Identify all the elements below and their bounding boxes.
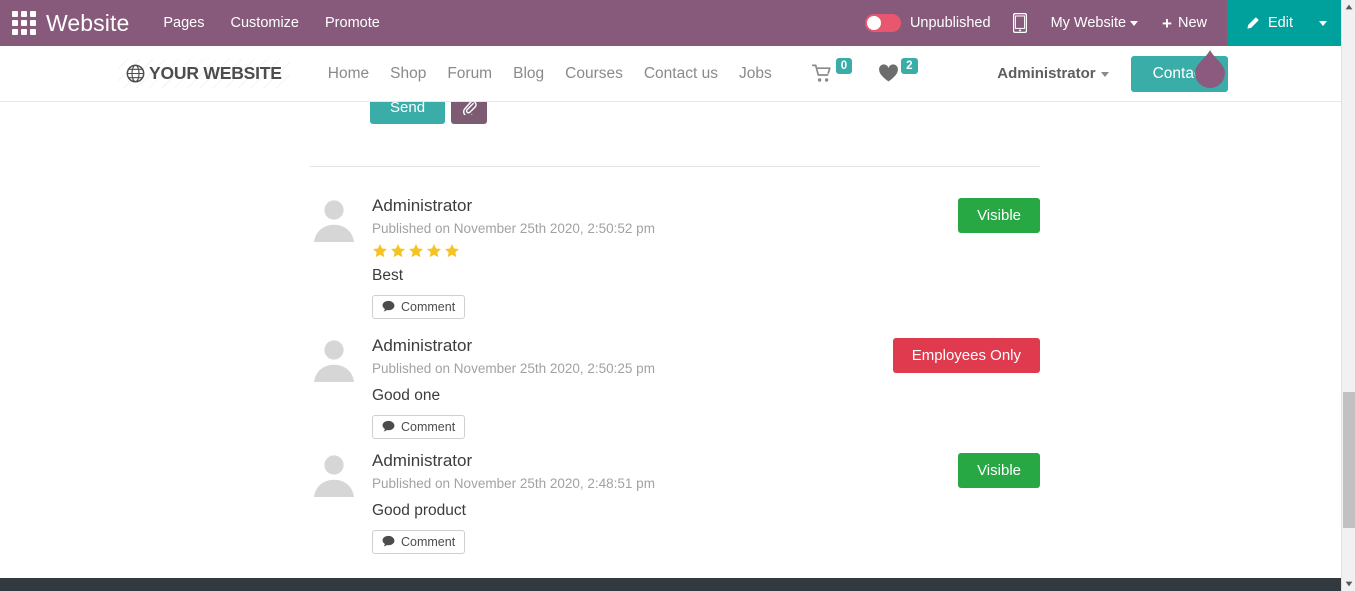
review-date: Published on November 25th 2020, 2:50:25… (372, 361, 655, 377)
avatar (310, 194, 358, 242)
review-rating-stars (372, 243, 944, 259)
edit-button[interactable]: Edit (1245, 15, 1293, 31)
site-footer (0, 578, 1341, 591)
avatar (310, 449, 358, 497)
send-button[interactable]: Send (370, 102, 446, 124)
nav-item-contact-us[interactable]: Contact us (644, 65, 718, 83)
topbar-menu-customize[interactable]: Customize (231, 15, 300, 31)
message-composer-actions: Send (370, 102, 488, 124)
new-button-label: New (1177, 15, 1207, 31)
star-icon (409, 243, 423, 258)
review-status: Employees Only (892, 334, 1040, 373)
new-button[interactable]: + New (1162, 15, 1207, 32)
heart-icon (879, 64, 899, 82)
review-text: Good one (372, 386, 441, 404)
cart-count-badge: 0 (835, 58, 853, 75)
nav-item-blog[interactable]: Blog (513, 65, 544, 83)
comment-button-label: Comment (401, 534, 456, 549)
scroll-up-arrow-icon[interactable] (1342, 0, 1355, 14)
review-author: Administrator (372, 196, 473, 215)
website-selector[interactable]: My Website (1050, 15, 1139, 31)
nav-item-home[interactable]: Home (328, 65, 369, 83)
review-date: Published on November 25th 2020, 2:48:51… (372, 476, 655, 492)
paperclip-icon (463, 102, 477, 115)
comment-bubble-icon (382, 421, 395, 432)
plus-icon: + (1162, 13, 1172, 33)
contact-button[interactable]: Contact (1130, 55, 1228, 92)
comment-bubble-icon (382, 301, 395, 312)
edit-button-label: Edit (1268, 15, 1293, 31)
comment-button[interactable]: Comment (372, 529, 466, 554)
comment-bubble-icon (382, 536, 395, 547)
review-author: Administrator (372, 336, 473, 355)
review-author: Administrator (372, 451, 473, 470)
globe-icon (126, 64, 145, 83)
comment-button-label: Comment (401, 419, 456, 434)
attach-file-button[interactable] (451, 102, 488, 124)
avatar (310, 334, 358, 382)
star-icon (373, 243, 387, 258)
mobile-preview-icon[interactable] (1012, 13, 1027, 33)
status-badge[interactable]: Visible (958, 453, 1040, 488)
edit-button-zone[interactable]: Edit (1227, 0, 1341, 46)
wishlist-count-badge: 2 (901, 58, 918, 75)
chevron-down-icon (1100, 71, 1109, 77)
website-selector-label: My Website (1050, 15, 1127, 31)
review-body: Administrator Published on November 25th… (372, 334, 879, 439)
review-text: Best (372, 266, 404, 284)
user-menu-label: Administrator (997, 65, 1096, 82)
review-body: Administrator Published on November 25th… (372, 194, 944, 319)
site-navigation: Home Shop Forum Blog Courses Contact us … (328, 65, 772, 83)
comment-button-label: Comment (401, 299, 456, 314)
comment-button[interactable]: Comment (372, 414, 466, 439)
scroll-down-arrow-icon[interactable] (1342, 577, 1355, 591)
shopping-cart-icon (811, 64, 831, 82)
nav-item-jobs[interactable]: Jobs (739, 65, 772, 83)
cart-button[interactable]: 0 (811, 58, 853, 83)
review-item: Administrator Published on November 25th… (310, 194, 1040, 319)
edit-dropdown-caret-icon[interactable] (1319, 20, 1327, 26)
review-status: Visible (958, 194, 1040, 233)
nav-item-shop[interactable]: Shop (390, 65, 426, 83)
site-brand-name: YOUR WEBSITE (149, 63, 282, 83)
star-icon (445, 243, 459, 258)
status-badge[interactable]: Employees Only (892, 338, 1040, 373)
review-text: Good product (372, 501, 466, 519)
pencil-icon (1247, 16, 1259, 29)
user-menu[interactable]: Administrator (997, 65, 1109, 82)
nav-item-courses[interactable]: Courses (565, 65, 623, 83)
nav-item-forum[interactable]: Forum (447, 65, 492, 83)
review-status: Visible (958, 449, 1040, 488)
publish-toggle-switch[interactable] (864, 14, 901, 32)
review-item: Administrator Published on November 25th… (310, 334, 1040, 439)
header-icon-group: 0 2 (811, 58, 918, 83)
site-logo[interactable]: YOUR WEBSITE (118, 59, 290, 88)
review-body: Administrator Published on November 25th… (372, 449, 944, 554)
publish-toggle-group[interactable]: Unpublished (864, 14, 991, 32)
page-content: Send Administrator Published on November… (0, 102, 1341, 578)
website-header: YOUR WEBSITE Home Shop Forum Blog Course… (0, 46, 1341, 102)
apps-grid-icon[interactable] (12, 11, 36, 35)
header-right-group: Administrator Contact (997, 55, 1228, 92)
content-divider (310, 166, 1040, 167)
topbar-right-group: Unpublished My Website + New Edit (864, 0, 1341, 46)
app-title: Website (46, 9, 130, 36)
comment-button[interactable]: Comment (372, 294, 466, 319)
star-icon (427, 243, 441, 258)
topbar-menu-pages[interactable]: Pages (163, 15, 204, 31)
review-item: Administrator Published on November 25th… (310, 449, 1040, 554)
topbar-menu-promote[interactable]: Promote (325, 15, 380, 31)
topbar-menu: Pages Customize Promote (163, 15, 379, 31)
odoo-topbar: Website Pages Customize Promote Unpublis… (0, 0, 1341, 46)
status-badge[interactable]: Visible (958, 198, 1040, 233)
wishlist-button[interactable]: 2 (878, 58, 918, 83)
vertical-scrollbar[interactable] (1341, 0, 1355, 591)
vertical-scrollbar-thumb[interactable] (1343, 392, 1355, 528)
review-date: Published on November 25th 2020, 2:50:52… (372, 221, 655, 237)
star-icon (391, 243, 405, 258)
publish-status-label: Unpublished (909, 15, 991, 31)
chevron-down-icon (1130, 20, 1139, 26)
